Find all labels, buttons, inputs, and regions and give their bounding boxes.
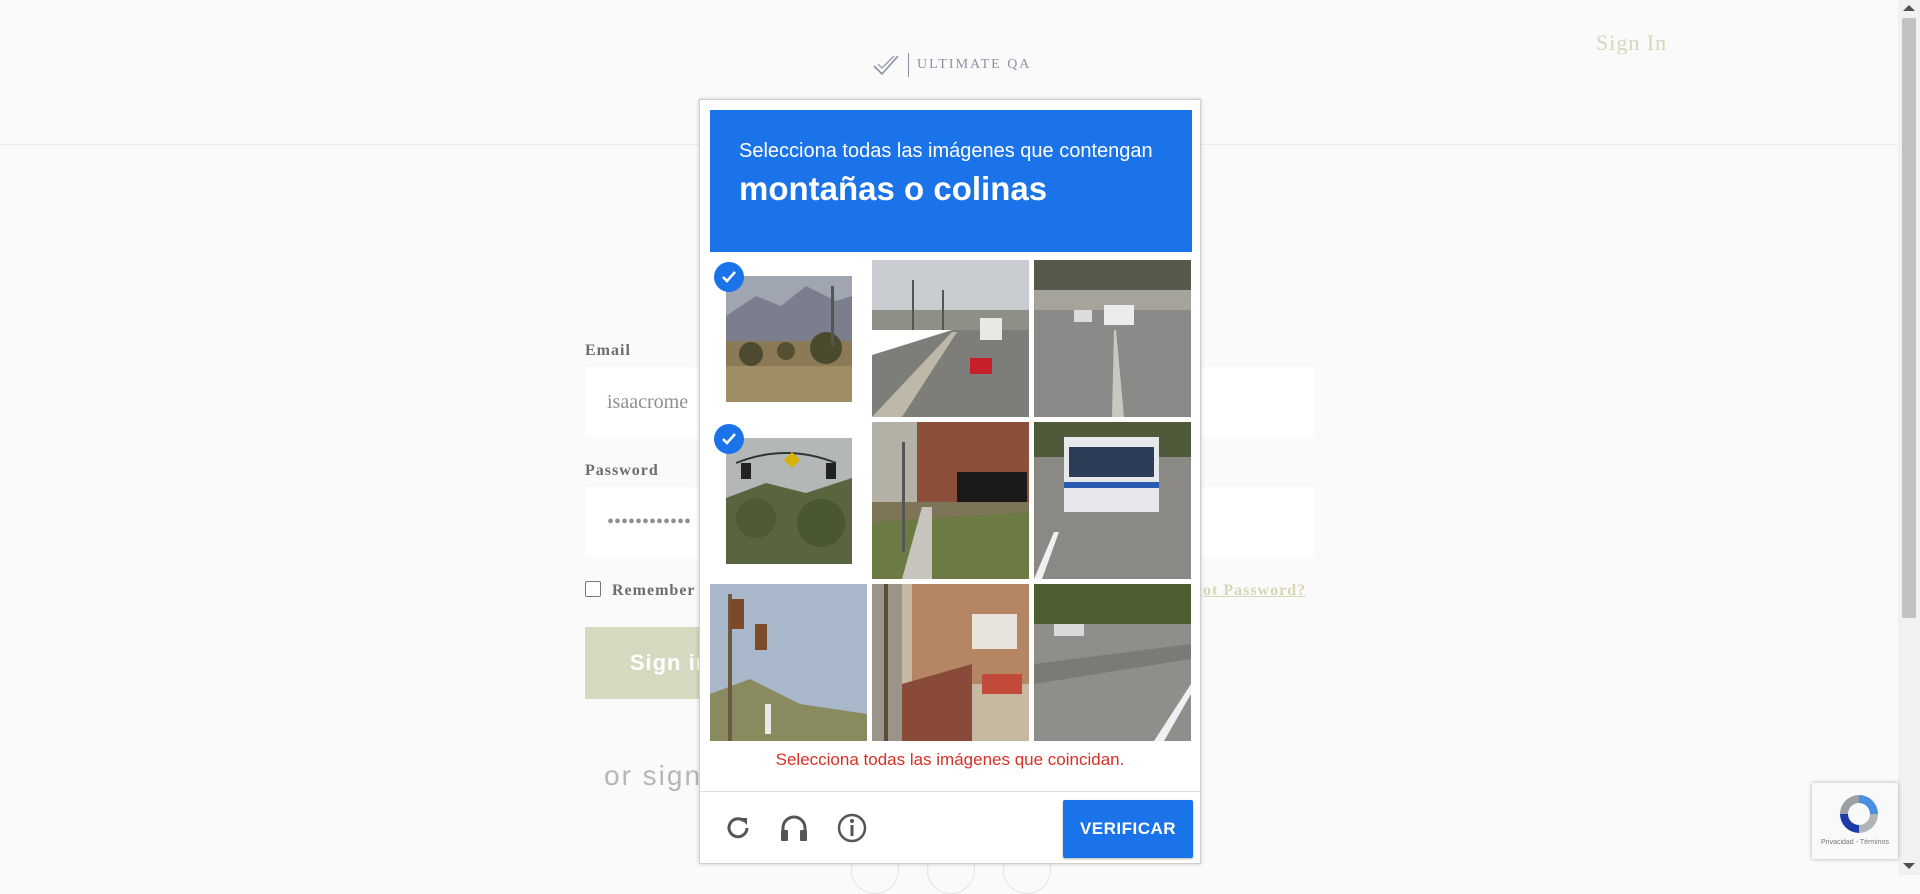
tile-image-street bbox=[1034, 260, 1191, 417]
verify-button[interactable]: VERIFICAR bbox=[1063, 800, 1193, 858]
scroll-thumb[interactable] bbox=[1902, 18, 1916, 618]
recaptcha-privacy-terms[interactable]: Privacidad - Términos bbox=[1812, 839, 1898, 846]
captcha-tile-5[interactable] bbox=[872, 422, 1029, 579]
site-logo[interactable]: ULTIMATE QA bbox=[872, 52, 1031, 78]
captcha-tile-8[interactable] bbox=[872, 584, 1029, 741]
audio-challenge-icon[interactable] bbox=[778, 812, 810, 844]
tile-image-mountains bbox=[726, 276, 852, 402]
captcha-tile-4[interactable] bbox=[710, 422, 867, 579]
remember-me-checkbox[interactable] bbox=[585, 581, 601, 597]
recaptcha-challenge-dialog: Selecciona todas las imágenes que conten… bbox=[699, 99, 1201, 864]
email-label: Email bbox=[585, 342, 631, 359]
captcha-tile-7[interactable] bbox=[710, 584, 867, 741]
info-icon[interactable] bbox=[836, 812, 868, 844]
captcha-header: Selecciona todas las imágenes que conten… bbox=[710, 110, 1192, 252]
recaptcha-logo-icon bbox=[1840, 795, 1878, 833]
checkmark-logo-icon bbox=[873, 55, 899, 76]
captcha-footer: VERIFICAR bbox=[700, 791, 1200, 864]
tile-image-traffic-light-hills bbox=[726, 438, 852, 564]
tile-image-suburban-road bbox=[1034, 584, 1191, 741]
logo-text: ULTIMATE QA bbox=[917, 57, 1032, 72]
tile-selected-check-icon bbox=[714, 424, 744, 454]
captcha-target: montañas o colinas bbox=[739, 170, 1048, 207]
scroll-down-arrow-icon[interactable] bbox=[1903, 863, 1915, 869]
page-scrollbar[interactable] bbox=[1898, 0, 1920, 875]
tile-image-house-stairs bbox=[872, 584, 1029, 741]
tile-selected-check-icon bbox=[714, 262, 744, 292]
or-sign-in-with-text: or sign bbox=[604, 760, 703, 791]
recaptcha-badge[interactable]: Privacidad - Términos bbox=[1812, 783, 1898, 859]
reload-icon[interactable] bbox=[722, 812, 754, 844]
verify-button-label: VERIFICAR bbox=[1079, 819, 1177, 838]
captcha-tile-1[interactable] bbox=[710, 260, 867, 417]
tile-image-highway bbox=[872, 260, 1029, 417]
captcha-instruction: Selecciona todas las imágenes que conten… bbox=[739, 140, 1153, 162]
tile-image-traffic-light-sky bbox=[710, 584, 867, 741]
tile-image-bus bbox=[1034, 422, 1191, 579]
captcha-tile-3[interactable] bbox=[1034, 260, 1191, 417]
tile-image-sidewalk-car bbox=[872, 422, 1029, 579]
scroll-up-arrow-icon[interactable] bbox=[1903, 5, 1915, 11]
captcha-tile-9[interactable] bbox=[1034, 584, 1191, 741]
forgot-password-link[interactable]: got Password? bbox=[1194, 582, 1306, 600]
captcha-tile-2[interactable] bbox=[872, 260, 1029, 417]
logo-divider bbox=[908, 53, 909, 77]
password-label: Password bbox=[585, 462, 659, 479]
captcha-error-message: Selecciona todas las imágenes que coinci… bbox=[775, 750, 1125, 769]
email-value: isaacrome bbox=[607, 390, 689, 413]
captcha-tile-6[interactable] bbox=[1034, 422, 1191, 579]
password-value: •••••••••••• bbox=[607, 510, 692, 533]
remember-me-label: Remember bbox=[612, 582, 696, 599]
header-sign-in-link[interactable]: Sign In bbox=[1596, 30, 1667, 56]
